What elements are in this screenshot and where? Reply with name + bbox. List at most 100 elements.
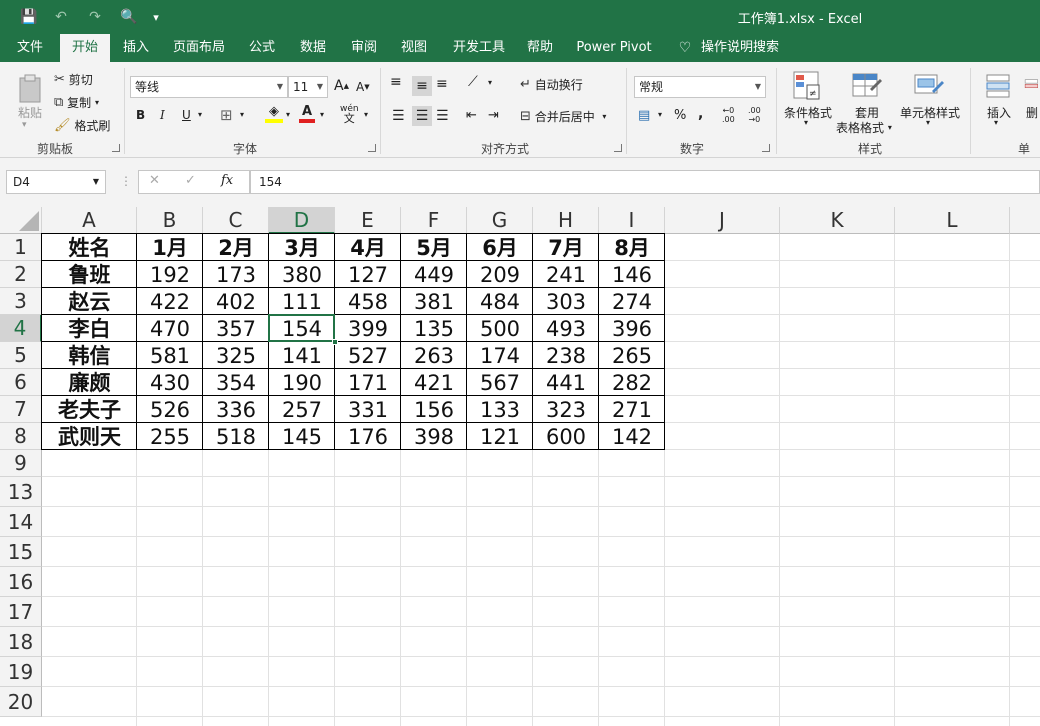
table-cell[interactable]: 484 — [467, 288, 533, 315]
row-header-9[interactable]: 9 — [0, 450, 42, 477]
phonetic-chevron-icon[interactable]: ▾ — [364, 110, 368, 119]
format-as-table-icon[interactable] — [852, 70, 882, 102]
tab-help[interactable]: 帮助 — [522, 34, 558, 62]
row-header-14[interactable]: 14 — [0, 507, 42, 537]
fill-chevron-icon[interactable]: ▾ — [286, 110, 290, 119]
table-cell[interactable]: 430 — [137, 369, 203, 396]
row-header-5[interactable]: 5 — [0, 342, 42, 369]
row-header-17[interactable]: 17 — [0, 597, 42, 627]
row-header-20[interactable]: 20 — [0, 687, 42, 717]
underline-button[interactable]: U — [182, 108, 191, 122]
align-middle-icon[interactable]: ≡ — [412, 76, 432, 96]
table-cell[interactable]: 121 — [467, 423, 533, 450]
comma-button[interactable]: , — [698, 106, 703, 122]
tab-formulas[interactable]: 公式 — [244, 34, 280, 62]
table-cell[interactable]: 176 — [335, 423, 401, 450]
row-header-18[interactable]: 18 — [0, 627, 42, 657]
table-cell[interactable]: 135 — [401, 315, 467, 342]
table-cell[interactable]: 127 — [335, 261, 401, 288]
row-header-6[interactable]: 6 — [0, 369, 42, 396]
cell-styles-icon[interactable] — [914, 70, 944, 102]
table-cell[interactable]: 336 — [203, 396, 269, 423]
table-cell[interactable]: 380 — [269, 261, 335, 288]
phonetic-button[interactable]: wén 文 — [340, 104, 359, 124]
tell-me-search[interactable]: 操作说明搜索 — [700, 34, 780, 62]
clipboard-icon[interactable] — [14, 72, 46, 106]
tab-power-pivot[interactable]: Power Pivot — [574, 34, 654, 62]
column-header-g[interactable]: G — [467, 207, 533, 234]
column-header-e[interactable]: E — [335, 207, 401, 234]
table-cell[interactable]: 111 — [269, 288, 335, 315]
row-header-13[interactable]: 13 — [0, 477, 42, 507]
active-cell-outline[interactable] — [268, 314, 335, 342]
table-cell[interactable]: 174 — [467, 342, 533, 369]
table-cell[interactable]: 241 — [533, 261, 599, 288]
conditional-format-icon[interactable]: ≠ — [792, 70, 822, 102]
shrink-font-button[interactable]: A ▼ — [356, 80, 370, 94]
table-cell[interactable]: 255 — [137, 423, 203, 450]
table-cell[interactable]: 141 — [269, 342, 335, 369]
table-cell[interactable]: 325 — [203, 342, 269, 369]
row-header-19[interactable]: 19 — [0, 657, 42, 687]
table-cell[interactable]: 265 — [599, 342, 665, 369]
orientation-chevron-icon[interactable]: ▾ — [488, 78, 492, 87]
align-bottom-icon[interactable]: ≡ — [436, 76, 448, 92]
row-header-16[interactable]: 16 — [0, 567, 42, 597]
table-cell[interactable]: 鲁班 — [42, 261, 137, 288]
cancel-icon[interactable]: ✕ — [149, 173, 160, 188]
align-right-icon[interactable]: ☰ — [436, 108, 449, 124]
tab-view[interactable]: 视图 — [396, 34, 432, 62]
column-header-i[interactable]: I — [599, 207, 665, 234]
cell-styles-chevron-icon[interactable]: ▾ — [926, 118, 930, 127]
orientation-icon[interactable]: ⟋ — [468, 74, 478, 90]
accounting-format-icon[interactable]: ▤ — [638, 108, 650, 123]
alignment-launcher-icon[interactable] — [614, 144, 622, 152]
tab-file[interactable]: 文件 — [8, 34, 52, 62]
increase-indent-icon[interactable]: ⇥ — [488, 108, 499, 123]
borders-chevron-icon[interactable]: ▾ — [240, 110, 244, 119]
table-cell[interactable]: 271 — [599, 396, 665, 423]
merge-center-button[interactable]: ⊟ 合并后居中 ▾ — [520, 108, 606, 125]
table-cell[interactable]: 韩信 — [42, 342, 137, 369]
table-cell[interactable]: 470 — [137, 315, 203, 342]
table-cell[interactable]: 526 — [137, 396, 203, 423]
accounting-chevron-icon[interactable]: ▾ — [658, 110, 662, 119]
table-header-cell[interactable]: 6月 — [467, 234, 533, 261]
number-format-select[interactable]: 常规 ▼ — [634, 76, 766, 98]
column-header-k[interactable]: K — [780, 207, 895, 234]
column-header-b[interactable]: B — [137, 207, 203, 234]
table-header-cell[interactable]: 5月 — [401, 234, 467, 261]
column-header-a[interactable]: A — [42, 207, 137, 234]
insert-function-icon[interactable]: fx — [221, 173, 233, 188]
table-cell[interactable]: 357 — [203, 315, 269, 342]
cut-button[interactable]: ✂ 剪切 — [54, 70, 93, 88]
table-cell[interactable]: 402 — [203, 288, 269, 315]
table-cell[interactable]: 441 — [533, 369, 599, 396]
italic-button[interactable]: I — [160, 108, 165, 122]
font-color-chevron-icon[interactable]: ▾ — [320, 110, 324, 119]
table-cell[interactable]: 廉颇 — [42, 369, 137, 396]
table-cell[interactable]: 238 — [533, 342, 599, 369]
table-cell[interactable]: 518 — [203, 423, 269, 450]
percent-button[interactable]: % — [674, 108, 686, 123]
column-header-j[interactable]: J — [665, 207, 780, 234]
column-header-h[interactable]: H — [533, 207, 599, 234]
table-cell[interactable]: 李白 — [42, 315, 137, 342]
fill-color-button[interactable]: ◈ — [264, 104, 284, 126]
table-cell[interactable]: 171 — [335, 369, 401, 396]
table-cell[interactable]: 399 — [335, 315, 401, 342]
table-cell[interactable]: 263 — [401, 342, 467, 369]
paste-button[interactable]: 粘贴 — [14, 104, 46, 121]
delete-cells-button[interactable]: 删 — [1026, 104, 1038, 121]
underline-chevron-icon[interactable]: ▾ — [198, 110, 202, 119]
table-cell[interactable]: 257 — [269, 396, 335, 423]
formula-input[interactable]: 154 — [250, 170, 1040, 194]
tab-review[interactable]: 审阅 — [346, 34, 382, 62]
insert-chevron-icon[interactable]: ▾ — [994, 118, 998, 127]
bold-button[interactable]: B — [136, 108, 145, 122]
clipboard-launcher-icon[interactable] — [112, 144, 120, 152]
table-cell[interactable]: 133 — [467, 396, 533, 423]
font-name-select[interactable]: 等线 ▼ — [130, 76, 288, 98]
table-cell[interactable]: 331 — [335, 396, 401, 423]
conditional-chevron-icon[interactable]: ▾ — [804, 118, 808, 127]
